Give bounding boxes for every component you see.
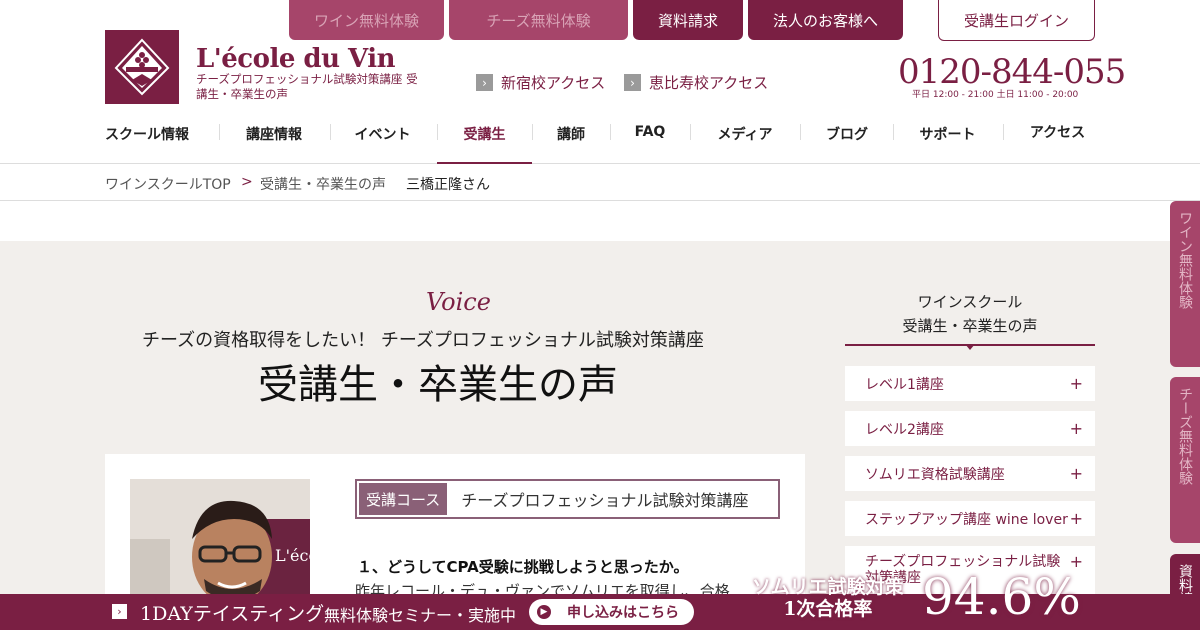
course-name[interactable]: チーズプロフェッショナル試験対策講座 [461,487,748,511]
nav-faq[interactable]: FAQ [615,124,685,164]
pass-rate-label-line1: ソムリエ試験対策 [752,576,904,598]
sidebar-item-sommelier[interactable]: ソムリエ資格試験講座 + [845,456,1095,491]
course-box: 受講コース チーズプロフェッショナル試験対策講座 [355,479,780,519]
vertical-tab-cheese-trial[interactable]: チーズ無料体験 [1170,377,1200,543]
breadcrumb-home[interactable]: ワインスクールTOP [105,174,231,194]
chevron-right-icon: › [624,74,641,91]
plus-icon: + [1069,374,1083,393]
access-label: 恵比寿校アクセス [649,74,769,92]
access-label: 新宿校アクセス [501,74,606,92]
sidebar-item-label: ステップアップ講座 wine lover [865,511,1068,528]
nav-blog[interactable]: ブログ [808,124,886,164]
nav-students[interactable]: 受講生 [437,124,532,164]
vertical-tab-label: ワイン無料体験 [1177,211,1193,309]
logo-emblem-icon [114,38,170,96]
business-hours: 平日 12:00 - 21:00 土日 11:00 - 20:00 [912,90,1079,100]
breadcrumb: ワインスクールTOP > 受講生・卒業生の声 三橋正隆さん [0,164,1200,201]
course-tag: 受講コース [359,483,448,515]
sidebar-item-level2[interactable]: レベル2講座 + [845,411,1095,446]
pass-rate-label-line2: 1次合格率 [783,598,873,620]
voice-script-heading: Voice [426,288,491,316]
nav-divider [610,124,611,140]
nav-school-info[interactable]: スクール情報 [105,124,197,164]
brochure-request-tab[interactable]: 資料請求 [633,0,743,40]
banner-text: 無料体験セミナー・実施中 [324,606,517,625]
wine-free-trial-tab[interactable]: ワイン無料体験 [289,0,444,40]
logo-title[interactable]: L'école du Vin [196,44,396,74]
plus-icon: + [1069,464,1083,483]
nav-divider [219,124,220,140]
chevron-right-icon: › [476,74,493,91]
logo-subtitle: チーズプロフェッショナル試験対策講座 受講生・卒業生の声 [196,72,418,101]
nav-support[interactable]: サポート [900,124,995,164]
nav-media[interactable]: メディア [700,124,790,164]
pass-rate-label: ソムリエ試験対策 1次合格率 [752,576,904,620]
nav-divider [893,124,894,140]
sidebar-heading-line1: ワインスクール [917,293,1023,311]
sidebar-item-label: レベル1講座 [865,376,944,393]
svg-text:L'éco: L'éco [275,546,310,565]
nav-access[interactable]: アクセス [1015,122,1100,162]
breadcrumb-current: 三橋正隆さん [406,177,490,193]
breadcrumb-separator: > [241,174,253,190]
vertical-tab-wine-trial[interactable]: ワイン無料体験 [1170,201,1200,367]
page-subtitle: チーズの資格取得をしたい！ チーズプロフェッショナル試験対策講座 [142,330,704,351]
nav-divider [330,124,331,140]
arrow-right-icon: ▶ [537,605,551,619]
breadcrumb-parent[interactable]: 受講生・卒業生の声 [260,174,386,194]
phone-number[interactable]: 0120-844-055 [898,52,1126,92]
sidebar-item-stepup[interactable]: ステップアップ講座 wine lover + [845,501,1095,536]
shinjuku-access-link[interactable]: › 新宿校アクセス [476,72,605,93]
chevron-right-icon: › [112,604,127,619]
cheese-free-trial-tab[interactable]: チーズ無料体験 [449,0,628,40]
sidebar-item-level1[interactable]: レベル1講座 + [845,366,1095,401]
sidebar-item-label: ソムリエ資格試験講座 [865,466,1005,483]
nav-divider [1003,124,1004,140]
nav-divider [690,124,691,140]
logo-mark[interactable] [105,30,179,104]
nav-courses[interactable]: 講座情報 [230,124,318,164]
pass-rate-value: 94.6% [922,568,1081,626]
vertical-tab-label: チーズ無料体験 [1177,387,1193,485]
sidebar-item-label: レベル2講座 [865,421,944,438]
global-nav: スクール情報 講座情報 イベント 受講生 講師 FAQ メディア ブログ サポー… [0,112,1200,164]
nav-instructors[interactable]: 講師 [535,124,607,164]
page-title: 受講生・卒業生の声 [258,362,618,408]
sidebar-heading-line2: 受講生・卒業生の声 [902,317,1038,335]
corporate-tab[interactable]: 法人のお客様へ [748,0,903,40]
plus-icon: + [1069,419,1083,438]
sidebar-heading-arrow-icon [965,344,975,350]
question-heading: １、どうしてCPA受験に挑戦しようと思ったか。 [357,558,689,576]
apply-button-label: 申し込みはこちら [567,605,679,621]
nav-divider [532,124,533,140]
sidebar-heading: ワインスクール 受講生・卒業生の声 [845,290,1095,346]
nav-divider [800,124,801,140]
student-login-button[interactable]: 受講生ログイン [938,0,1095,41]
ebisu-access-link[interactable]: › 恵比寿校アクセス [624,72,768,93]
plus-icon: + [1069,509,1083,528]
nav-events[interactable]: イベント [340,124,425,164]
apply-button[interactable]: ▶ 申し込みはこちら [529,599,694,625]
banner-title: 1DAYテイスティング [140,603,325,625]
